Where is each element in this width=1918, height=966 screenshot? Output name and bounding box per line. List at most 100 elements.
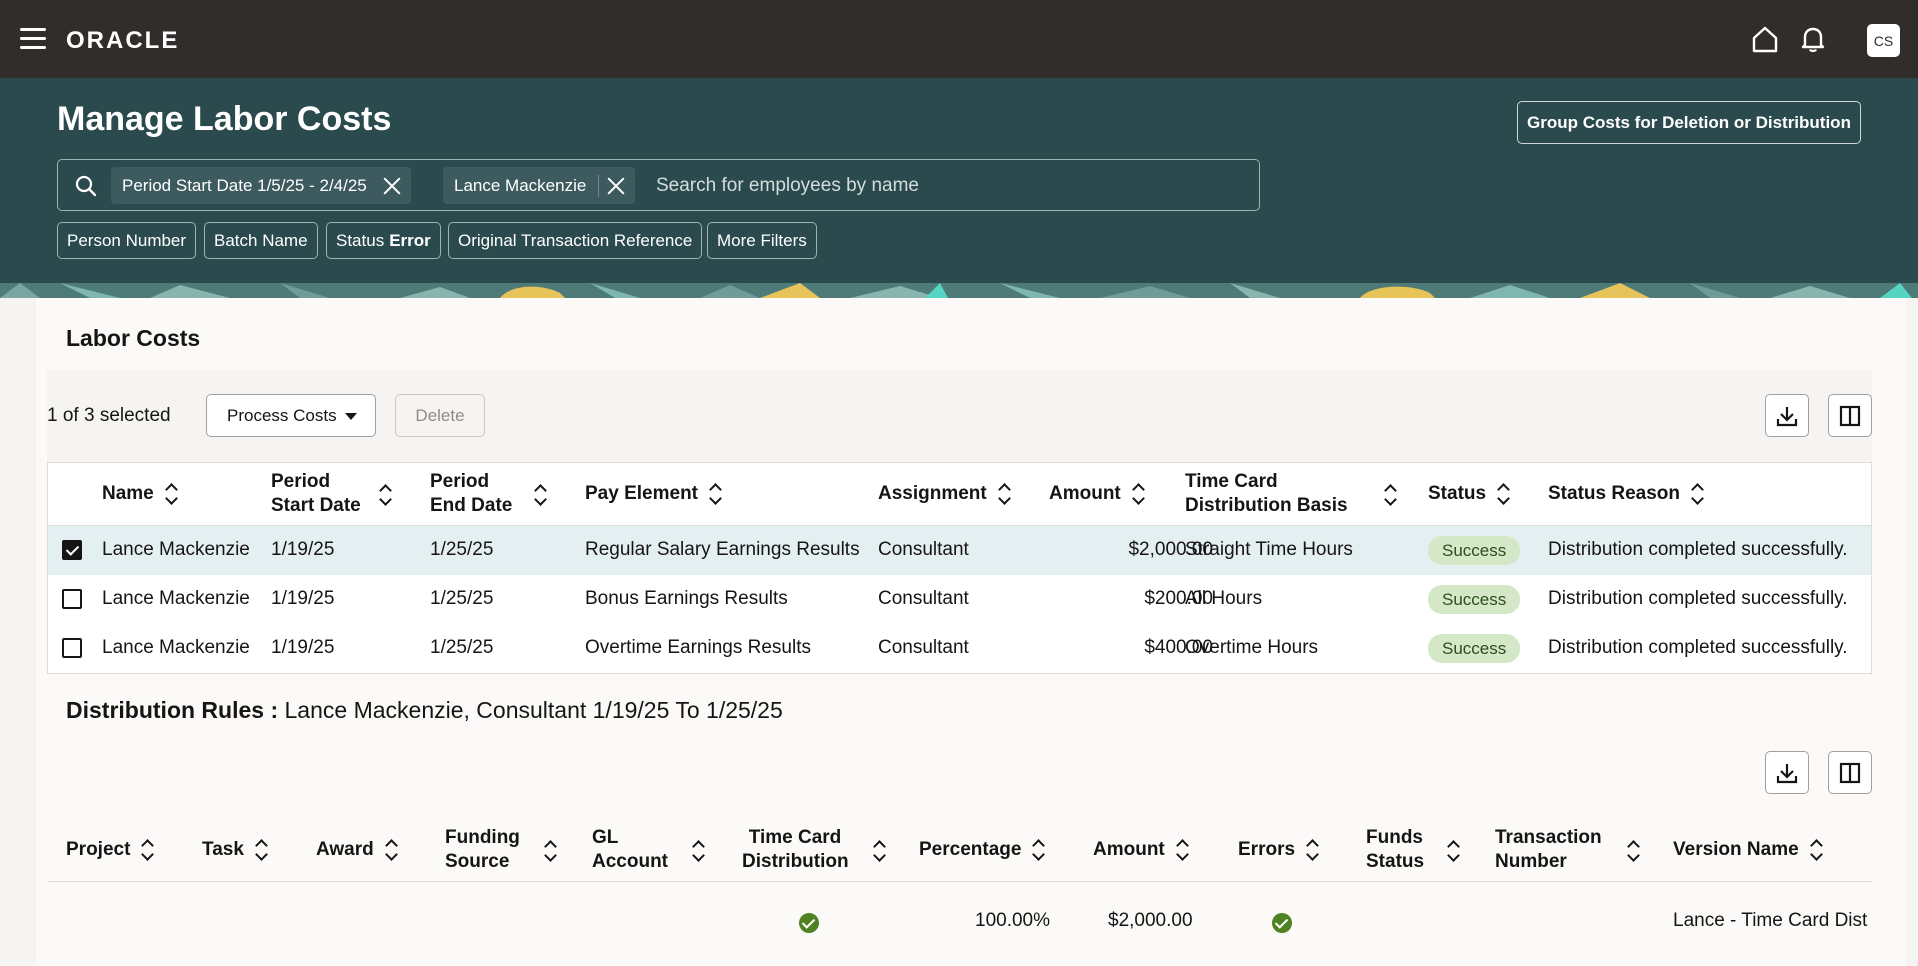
column-label: Pay Element [585,483,698,504]
filter-original-transaction-reference[interactable]: Original Transaction Reference [448,222,703,259]
remove-chip-close-icon[interactable] [381,175,403,197]
column-header-task[interactable]: Task [202,838,268,862]
sort-icon[interactable] [874,841,886,861]
group-costs-button[interactable]: Group Costs for Deletion or Distribution [1517,101,1861,144]
notifications-bell-icon[interactable] [1798,24,1828,54]
column-label: Status Reason [1548,483,1680,504]
sort-icon[interactable] [710,484,722,504]
column-header-amount[interactable]: Amount [1093,838,1189,862]
column-label: Name [102,483,154,504]
cell-assignment: Consultant [878,588,969,609]
filter-label: More Filters [717,230,807,250]
filter-label: Original Transaction Reference [458,230,693,250]
column-header-award[interactable]: Award [316,838,398,862]
process-costs-button[interactable]: Process Costs [206,394,376,437]
column-header-errors[interactable]: Errors [1238,838,1319,862]
column-label: Transaction Number [1495,827,1602,872]
sort-icon[interactable] [693,841,705,861]
column-label: Time Card Distribution [742,827,849,872]
sort-icon[interactable] [256,840,268,860]
cell-start-date: 1/19/25 [271,539,335,560]
cell-start-date: 1/19/25 [271,637,335,658]
manage-columns-button[interactable] [1828,751,1872,794]
decorative-banner [0,283,1918,298]
remove-chip-close-icon[interactable] [605,175,627,197]
distribution-rules-title: Distribution Rules : Lance Mackenzie, Co… [66,697,783,724]
search-input[interactable] [656,170,1236,202]
column-header-percentage[interactable]: Percentage [919,838,1045,862]
column-header-funding-source[interactable]: Funding Source [445,826,530,874]
hamburger-menu-icon[interactable] [20,28,46,50]
column-header-pay-element[interactable]: Pay Element [585,482,722,506]
sort-icon[interactable] [1692,484,1704,504]
column-header-gl-account[interactable]: GL Account [592,826,682,874]
row-checkbox[interactable] [62,540,82,560]
row-checkbox[interactable] [62,589,82,609]
column-header-version-name[interactable]: Version Name [1673,838,1823,862]
column-header-assignment[interactable]: Assignment [878,482,1011,506]
sort-icon[interactable] [1177,840,1189,860]
sort-icon[interactable] [1307,840,1319,860]
cell-end-date: 1/25/25 [430,637,494,658]
manage-columns-button[interactable] [1828,394,1872,437]
table-row[interactable]: Lance Mackenzie 1/19/25 1/25/25 Regular … [48,526,1871,575]
column-header-funds-status[interactable]: Funds Status [1366,826,1441,874]
cell-pay-element: Bonus Earnings Results [585,588,788,609]
column-header-name[interactable]: Name [102,482,178,506]
cell-percentage: 100.00% [975,910,1051,931]
user-avatar[interactable]: CS [1867,24,1900,57]
filter-person-number[interactable]: Person Number [57,222,197,259]
column-header-time-card-distribution-basis[interactable]: Time Card Distribution Basis [1185,470,1365,518]
cell-basis: Overtime Hours [1185,637,1319,658]
sort-icon[interactable] [166,484,178,504]
column-label: Percentage [919,839,1022,860]
selection-count: 1 of 3 selected [47,405,171,426]
column-header-status-reason[interactable]: Status Reason [1548,482,1704,506]
sort-icon[interactable] [545,841,557,861]
sort-icon[interactable] [1133,484,1145,504]
cell-pay-element: Overtime Earnings Results [585,637,811,658]
delete-button[interactable]: Delete [395,394,485,437]
column-label: Award [316,839,374,860]
column-label: Amount [1093,839,1165,860]
sort-icon[interactable] [380,485,392,505]
sort-icon[interactable] [999,484,1011,504]
sort-icon[interactable] [1498,484,1510,504]
top-navigation-bar: ORACLE CS [0,0,1918,78]
column-header-project[interactable]: Project [66,838,154,862]
filter-chip-period-start-date: Period Start Date 1/5/25 - 2/4/25 [111,167,411,204]
column-label: GL Account [592,827,668,872]
filter-chip-employee: Lance Mackenzie [443,167,636,204]
filter-batch-name[interactable]: Batch Name [204,222,318,259]
column-header-time-card-distribution[interactable]: Time Card Distribution [740,826,850,874]
sort-icon[interactable] [386,840,398,860]
column-header-status[interactable]: Status [1428,482,1510,506]
sort-icon[interactable] [1448,841,1460,861]
column-header-transaction-number[interactable]: Transaction Number [1495,826,1620,874]
cell-name: Lance Mackenzie [102,637,250,658]
title-context: Lance Mackenzie, Consultant 1/19/25 To 1… [278,697,783,723]
search-bar[interactable]: Period Start Date 1/5/25 - 2/4/25 Lance … [57,159,1260,211]
export-button[interactable] [1765,394,1809,437]
cell-status-reason: Distribution completed successfully. [1548,588,1848,609]
sort-icon[interactable] [1385,485,1397,505]
sort-icon[interactable] [1811,840,1823,860]
title-label: Distribution Rules : [66,697,279,723]
column-label: Time Card Distribution Basis [1185,471,1348,516]
filter-more-filters[interactable]: More Filters [707,222,817,259]
row-checkbox[interactable] [62,638,82,658]
home-icon[interactable] [1750,24,1780,54]
cell-assignment: Consultant [878,637,969,658]
sort-icon[interactable] [1628,841,1640,861]
column-header-period-end-date[interactable]: Period End Date [430,470,530,518]
table-row[interactable]: Lance Mackenzie 1/19/25 1/25/25 Bonus Ea… [48,575,1871,624]
export-button[interactable] [1765,751,1809,794]
sort-icon[interactable] [1033,840,1045,860]
sort-icon[interactable] [535,485,547,505]
filter-status[interactable]: Status Error [326,222,441,259]
column-header-period-start-date[interactable]: Period Start Date [271,470,391,518]
sort-icon[interactable] [142,840,154,860]
labor-costs-title: Labor Costs [66,325,201,351]
table-row[interactable]: Lance Mackenzie 1/19/25 1/25/25 Overtime… [48,624,1871,673]
column-header-amount[interactable]: Amount [1049,482,1145,506]
